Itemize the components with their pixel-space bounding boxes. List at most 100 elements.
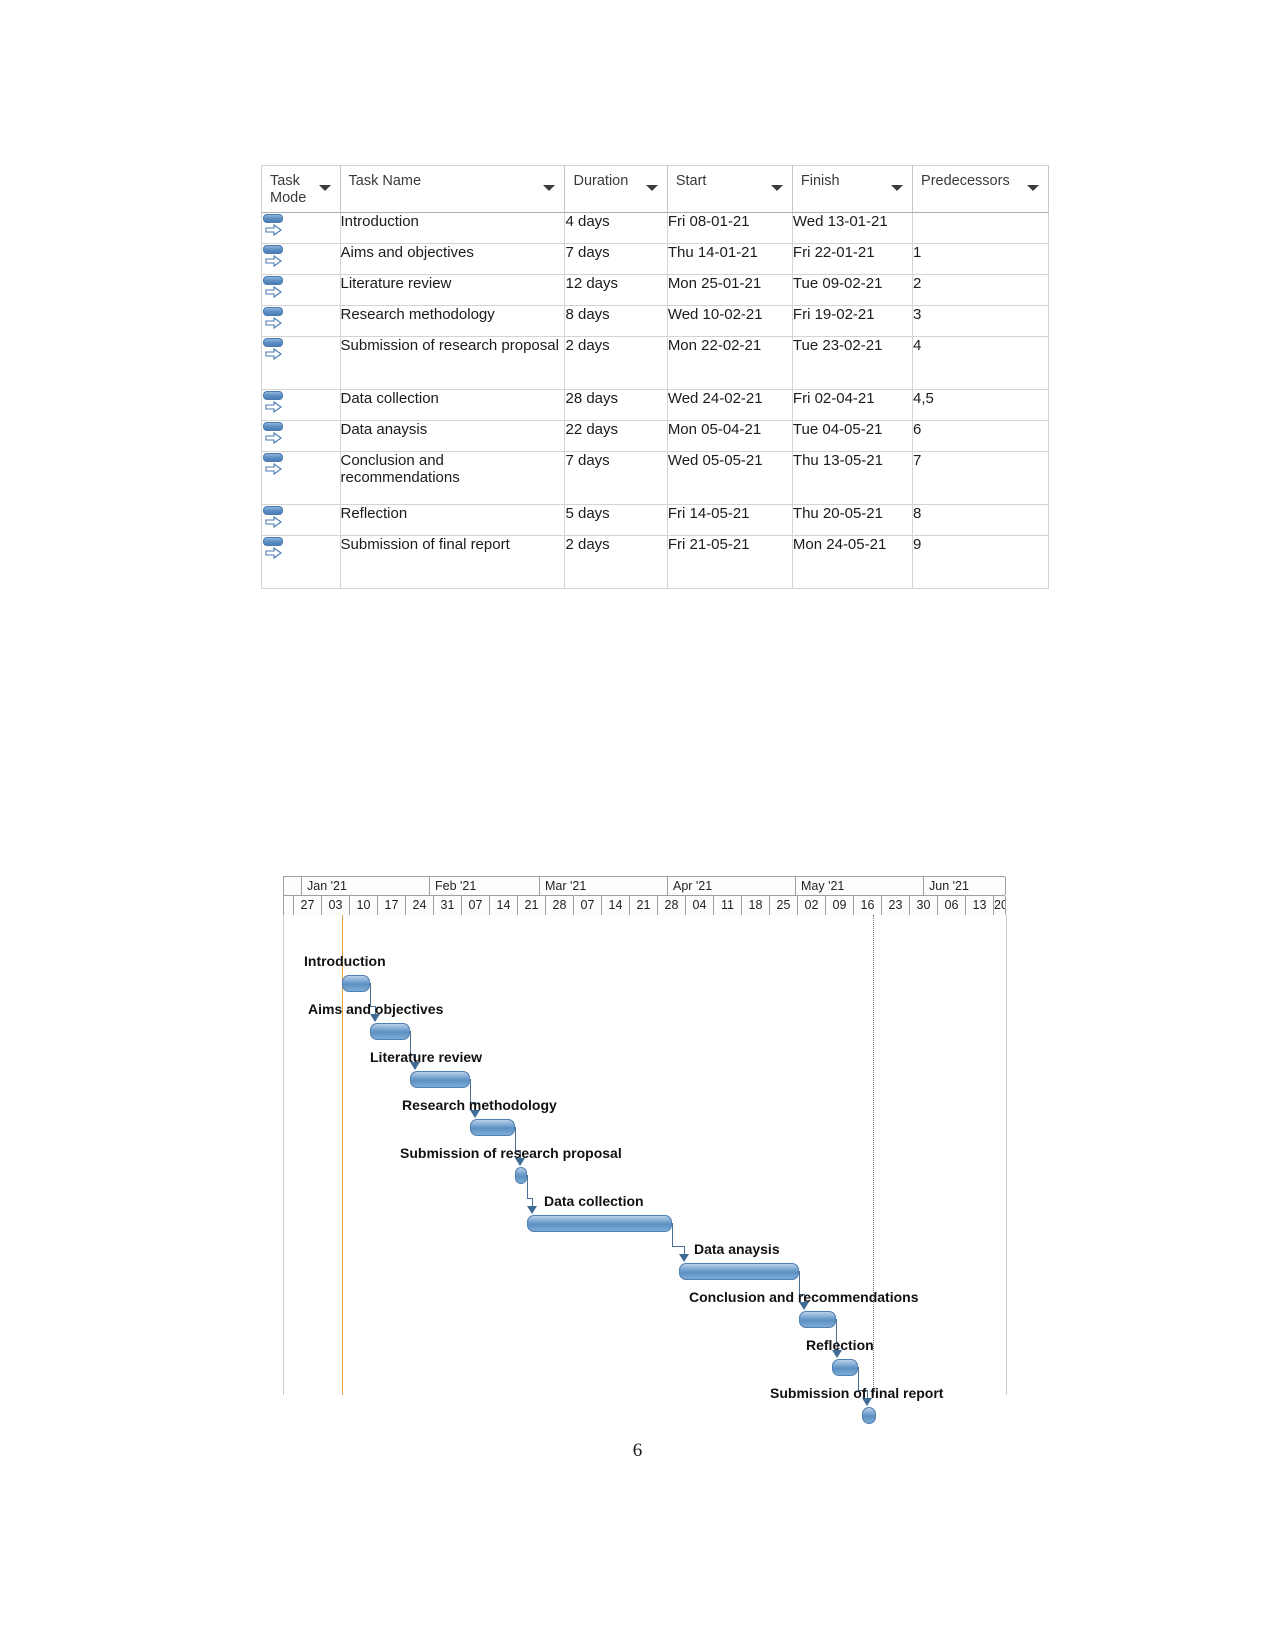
- cell-task-mode[interactable]: [261, 535, 341, 589]
- manually-scheduled-icon-bar: [263, 537, 283, 546]
- cell-predecessors[interactable]: 4: [912, 336, 1049, 390]
- table-row[interactable]: Submission of research proposal 2 days Mon…: [261, 336, 1049, 390]
- cell-duration[interactable]: 12 days: [564, 274, 668, 306]
- cell-task-name[interactable]: Research methodology: [339, 305, 566, 337]
- cell-task-name[interactable]: Submission of final report: [339, 535, 566, 589]
- gantt-bar[interactable]: [370, 1023, 410, 1040]
- cell-duration[interactable]: 2 days: [564, 336, 668, 390]
- cell-predecessors[interactable]: 8: [912, 504, 1049, 536]
- column-header-task-name[interactable]: Task Name: [339, 165, 566, 213]
- table-row[interactable]: Introduction 4 days Fri 08-01-21 Wed 13-01-…: [261, 212, 1049, 244]
- cell-duration[interactable]: 5 days: [564, 504, 668, 536]
- cell-start[interactable]: Fri 14-05-21: [666, 504, 793, 536]
- cell-task-name[interactable]: Data collection: [339, 389, 566, 421]
- table-row[interactable]: Reflection 5 days Fri 14-05-21 Thu 20-05-21…: [261, 504, 1049, 536]
- cell-start[interactable]: Mon 25-01-21: [666, 274, 793, 306]
- cell-task-name[interactable]: Conclusion and recommendations: [339, 451, 566, 505]
- cell-start[interactable]: Fri 08-01-21: [666, 212, 793, 244]
- cell-start[interactable]: Wed 10-02-21: [666, 305, 793, 337]
- column-header-task-mode[interactable]: Task Mode: [261, 165, 341, 213]
- table-row[interactable]: Conclusion and recommendations 7 days Wed …: [261, 451, 1049, 505]
- gantt-bar[interactable]: [832, 1359, 858, 1376]
- cell-task-name[interactable]: Data anaysis: [339, 420, 566, 452]
- cell-finish[interactable]: Mon 24-05-21: [791, 535, 914, 589]
- cell-task-mode[interactable]: [261, 212, 341, 244]
- cell-duration[interactable]: 4 days: [564, 212, 668, 244]
- cell-duration[interactable]: 8 days: [564, 305, 668, 337]
- cell-task-mode[interactable]: [261, 274, 341, 306]
- cell-duration[interactable]: 7 days: [564, 243, 668, 275]
- cell-duration[interactable]: 22 days: [564, 420, 668, 452]
- cell-predecessors[interactable]: 4,5: [912, 389, 1049, 421]
- cell-finish[interactable]: Fri 22-01-21: [791, 243, 914, 275]
- gantt-bar[interactable]: [679, 1263, 799, 1280]
- gantt-week-cell: 21: [630, 896, 658, 915]
- table-row[interactable]: Submission of final report 2 days Fri 21-0…: [261, 535, 1049, 589]
- gantt-bar[interactable]: [470, 1119, 515, 1136]
- cell-predecessors[interactable]: 3: [912, 305, 1049, 337]
- gantt-body: Introduction Aims and objectives Literatur…: [283, 915, 1007, 1424]
- cell-start[interactable]: Mon 05-04-21: [666, 420, 793, 452]
- cell-predecessors[interactable]: 6: [912, 420, 1049, 452]
- table-row[interactable]: Literature review 12 days Mon 25-01-21 Tue …: [261, 274, 1049, 306]
- cell-start[interactable]: Wed 24-02-21: [666, 389, 793, 421]
- gantt-week-cell: 28: [546, 896, 574, 915]
- cell-task-name[interactable]: Reflection: [339, 504, 566, 536]
- gantt-week-cell: 10: [350, 896, 378, 915]
- cell-task-mode[interactable]: [261, 243, 341, 275]
- cell-task-name[interactable]: Submission of research proposal: [339, 336, 566, 390]
- chevron-down-icon[interactable]: [543, 185, 556, 191]
- cell-predecessors[interactable]: 1: [912, 243, 1049, 275]
- cell-start[interactable]: Wed 05-05-21: [666, 451, 793, 505]
- cell-start[interactable]: Fri 21-05-21: [666, 535, 793, 589]
- cell-task-mode[interactable]: [261, 305, 341, 337]
- gantt-month-cell: May '21: [796, 877, 924, 895]
- cell-start[interactable]: Thu 14-01-21: [666, 243, 793, 275]
- cell-task-name[interactable]: Literature review: [339, 274, 566, 306]
- table-row[interactable]: Data collection 28 days Wed 24-02-21 Fri 02…: [261, 389, 1049, 421]
- cell-task-mode[interactable]: [261, 336, 341, 390]
- cell-predecessors[interactable]: 2: [912, 274, 1049, 306]
- cell-task-mode[interactable]: [261, 389, 341, 421]
- column-header-predecessors[interactable]: Predecessors: [912, 165, 1049, 213]
- table-row[interactable]: Research methodology 8 days Wed 10-02-21 Fr…: [261, 305, 1049, 337]
- chevron-down-icon[interactable]: [891, 185, 904, 191]
- cell-task-mode[interactable]: [261, 504, 341, 536]
- gantt-bar[interactable]: [799, 1311, 836, 1328]
- column-header-finish[interactable]: Finish: [791, 165, 914, 213]
- gantt-bar[interactable]: [527, 1215, 672, 1232]
- gantt-bar[interactable]: [410, 1071, 470, 1088]
- cell-duration[interactable]: 28 days: [564, 389, 668, 421]
- cell-finish[interactable]: Fri 19-02-21: [791, 305, 914, 337]
- gantt-week-cell: 04: [686, 896, 714, 915]
- cell-finish[interactable]: Wed 13-01-21: [791, 212, 914, 244]
- column-header-start[interactable]: Start: [666, 165, 793, 213]
- cell-finish[interactable]: Thu 20-05-21: [791, 504, 914, 536]
- table-row[interactable]: Data anaysis 22 days Mon 05-04-21 Tue 04-05…: [261, 420, 1049, 452]
- cell-task-mode[interactable]: [261, 451, 341, 505]
- cell-finish[interactable]: Tue 09-02-21: [791, 274, 914, 306]
- cell-predecessors[interactable]: 7: [912, 451, 1049, 505]
- cell-finish[interactable]: Fri 02-04-21: [791, 389, 914, 421]
- table-row[interactable]: Aims and objectives 7 days Thu 14-01-21 Fri…: [261, 243, 1049, 275]
- chevron-down-icon[interactable]: [318, 185, 331, 191]
- cell-finish[interactable]: Tue 04-05-21: [791, 420, 914, 452]
- cell-task-name[interactable]: Aims and objectives: [339, 243, 566, 275]
- chevron-down-icon[interactable]: [770, 185, 783, 191]
- cell-predecessors[interactable]: 9: [912, 535, 1049, 589]
- cell-finish[interactable]: Thu 13-05-21: [791, 451, 914, 505]
- gantt-bar[interactable]: [342, 975, 370, 992]
- cell-predecessors[interactable]: [912, 212, 1049, 244]
- cell-duration[interactable]: 7 days: [564, 451, 668, 505]
- cell-task-mode[interactable]: [261, 420, 341, 452]
- chevron-down-icon[interactable]: [1027, 185, 1039, 191]
- column-header-duration[interactable]: Duration: [564, 165, 668, 213]
- cell-task-name[interactable]: Introduction: [339, 212, 566, 244]
- cell-duration[interactable]: 2 days: [564, 535, 668, 589]
- cell-finish[interactable]: Tue 23-02-21: [791, 336, 914, 390]
- cell-start[interactable]: Mon 22-02-21: [666, 336, 793, 390]
- gantt-chart: Jan '21 Feb '21 Mar '21 Apr '21 May '21 Jun '…: [283, 876, 1007, 1424]
- gantt-bar[interactable]: [515, 1167, 527, 1184]
- gantt-bar[interactable]: [862, 1407, 876, 1424]
- chevron-down-icon[interactable]: [645, 185, 658, 191]
